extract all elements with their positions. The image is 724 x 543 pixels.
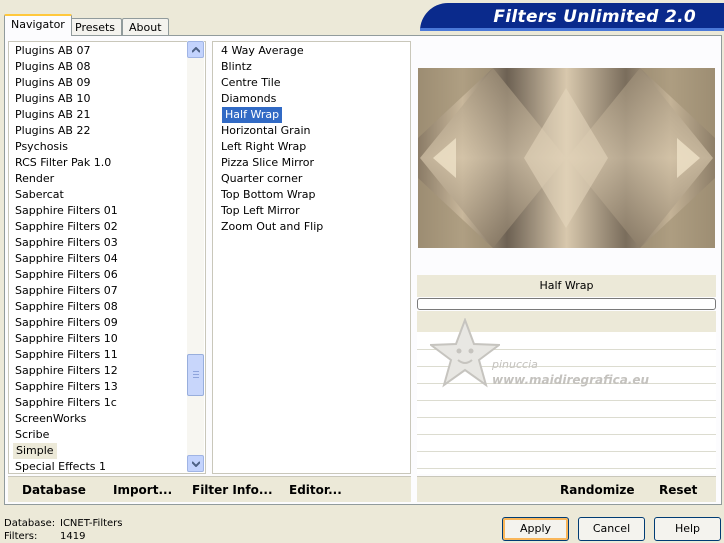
filter-item[interactable]: Pizza Slice Mirror bbox=[221, 155, 314, 171]
database-value: ICNET-Filters bbox=[60, 518, 123, 529]
category-item[interactable]: Sapphire Filters 04 bbox=[15, 251, 118, 267]
filter-item[interactable]: Top Bottom Wrap bbox=[221, 187, 316, 203]
category-item[interactable]: Plugins AB 07 bbox=[15, 43, 90, 59]
category-item[interactable]: Plugins AB 09 bbox=[15, 75, 90, 91]
parameter-row-divider bbox=[417, 468, 716, 469]
parameter-row-divider bbox=[417, 434, 716, 435]
category-list[interactable]: Plugins AB 07 Plugins AB 08 Plugins AB 09 P… bbox=[8, 41, 206, 474]
parameter-row-divider bbox=[417, 451, 716, 452]
category-scrollbar[interactable] bbox=[187, 41, 204, 472]
category-item[interactable]: Sapphire Filters 02 bbox=[15, 219, 118, 235]
filter-item[interactable]: Blintz bbox=[221, 59, 252, 75]
help-button[interactable]: Help bbox=[654, 517, 721, 541]
category-item[interactable]: Sapphire Filters 10 bbox=[15, 331, 118, 347]
status-info: Database: ICNET-Filters Filters: 1419 bbox=[4, 517, 123, 543]
database-button[interactable]: Database bbox=[22, 483, 86, 497]
parameter-row-divider bbox=[417, 400, 716, 401]
import-button[interactable]: Import... bbox=[113, 483, 172, 497]
category-item[interactable]: Render bbox=[15, 171, 54, 187]
tab-about[interactable]: About bbox=[122, 18, 169, 36]
scroll-down-button[interactable] bbox=[187, 455, 204, 472]
category-item[interactable]: Simple bbox=[13, 443, 57, 459]
star-mascot-icon bbox=[430, 318, 500, 388]
filter-info-button[interactable]: Filter Info... bbox=[192, 483, 273, 497]
list-actions-bar: Database Import... Filter Info... Editor… bbox=[8, 476, 411, 502]
category-item[interactable]: Sapphire Filters 08 bbox=[15, 299, 118, 315]
category-item[interactable]: Sapphire Filters 07 bbox=[15, 283, 118, 299]
category-item[interactable]: Psychosis bbox=[15, 139, 68, 155]
database-label: Database: bbox=[4, 518, 56, 529]
editor-button[interactable]: Editor... bbox=[289, 483, 342, 497]
category-item[interactable]: RCS Filter Pak 1.0 bbox=[15, 155, 111, 171]
category-item[interactable]: ScreenWorks bbox=[15, 411, 86, 427]
chevron-up-icon bbox=[192, 47, 200, 53]
app-title: Filters Unlimited 2.0 bbox=[493, 7, 696, 27]
category-item[interactable]: Sapphire Filters 09 bbox=[15, 315, 118, 331]
category-item[interactable]: Sabercat bbox=[15, 187, 64, 203]
filter-item[interactable]: Centre Tile bbox=[221, 75, 281, 91]
category-item[interactable]: Special Effects 1 bbox=[15, 459, 106, 473]
tab-navigator[interactable]: Navigator bbox=[4, 14, 72, 36]
filter-item[interactable]: Left Right Wrap bbox=[221, 139, 306, 155]
category-item[interactable]: Scribe bbox=[15, 427, 49, 443]
randomize-button[interactable]: Randomize bbox=[560, 483, 634, 497]
filter-name-display: Half Wrap bbox=[417, 275, 716, 297]
category-item[interactable]: Sapphire Filters 06 bbox=[15, 267, 118, 283]
category-item[interactable]: Sapphire Filters 13 bbox=[15, 379, 118, 395]
category-item[interactable]: Sapphire Filters 03 bbox=[15, 235, 118, 251]
filter-item[interactable]: Diamonds bbox=[221, 91, 276, 107]
category-item[interactable]: Plugins AB 10 bbox=[15, 91, 90, 107]
preview-pattern bbox=[418, 68, 715, 248]
filters-label: Filters: bbox=[4, 531, 38, 542]
parameter-row-divider bbox=[417, 417, 716, 418]
filter-item[interactable]: Zoom Out and Flip bbox=[221, 219, 323, 235]
watermark-url: www.maidiregrafica.eu bbox=[492, 373, 650, 387]
category-item[interactable]: Sapphire Filters 1c bbox=[15, 395, 117, 411]
filter-item[interactable]: Horizontal Grain bbox=[221, 123, 310, 139]
scroll-thumb[interactable] bbox=[187, 354, 204, 396]
category-item[interactable]: Sapphire Filters 01 bbox=[15, 203, 118, 219]
filter-item[interactable]: Top Left Mirror bbox=[221, 203, 300, 219]
cancel-button[interactable]: Cancel bbox=[578, 517, 645, 541]
chevron-down-icon bbox=[192, 461, 200, 467]
category-item[interactable]: Plugins AB 21 bbox=[15, 107, 90, 123]
filter-item[interactable]: Half Wrap bbox=[222, 107, 283, 123]
tab-presets[interactable]: Presets bbox=[68, 18, 123, 36]
preview-image bbox=[418, 68, 715, 248]
category-item[interactable]: Sapphire Filters 12 bbox=[15, 363, 118, 379]
progress-bar bbox=[417, 298, 716, 310]
title-banner: Filters Unlimited 2.0 bbox=[420, 3, 724, 31]
filters-count: 1419 bbox=[60, 531, 86, 542]
watermark: pinuccia www.maidiregrafica.eu bbox=[430, 318, 650, 398]
filter-item[interactable]: Quarter corner bbox=[221, 171, 302, 187]
category-item[interactable]: Plugins AB 22 bbox=[15, 123, 90, 139]
category-item[interactable]: Plugins AB 08 bbox=[15, 59, 90, 75]
preview-actions-bar: Randomize Reset bbox=[417, 476, 716, 502]
scroll-up-button[interactable] bbox=[187, 41, 204, 58]
apply-button[interactable]: Apply bbox=[502, 517, 569, 541]
watermark-name: pinuccia bbox=[492, 358, 538, 371]
filter-item[interactable]: 4 Way Average bbox=[221, 43, 304, 59]
category-item[interactable]: Sapphire Filters 11 bbox=[15, 347, 118, 363]
filter-list[interactable]: 4 Way Average Blintz Centre Tile Diamonds Ha… bbox=[212, 41, 411, 474]
reset-button[interactable]: Reset bbox=[659, 483, 697, 497]
